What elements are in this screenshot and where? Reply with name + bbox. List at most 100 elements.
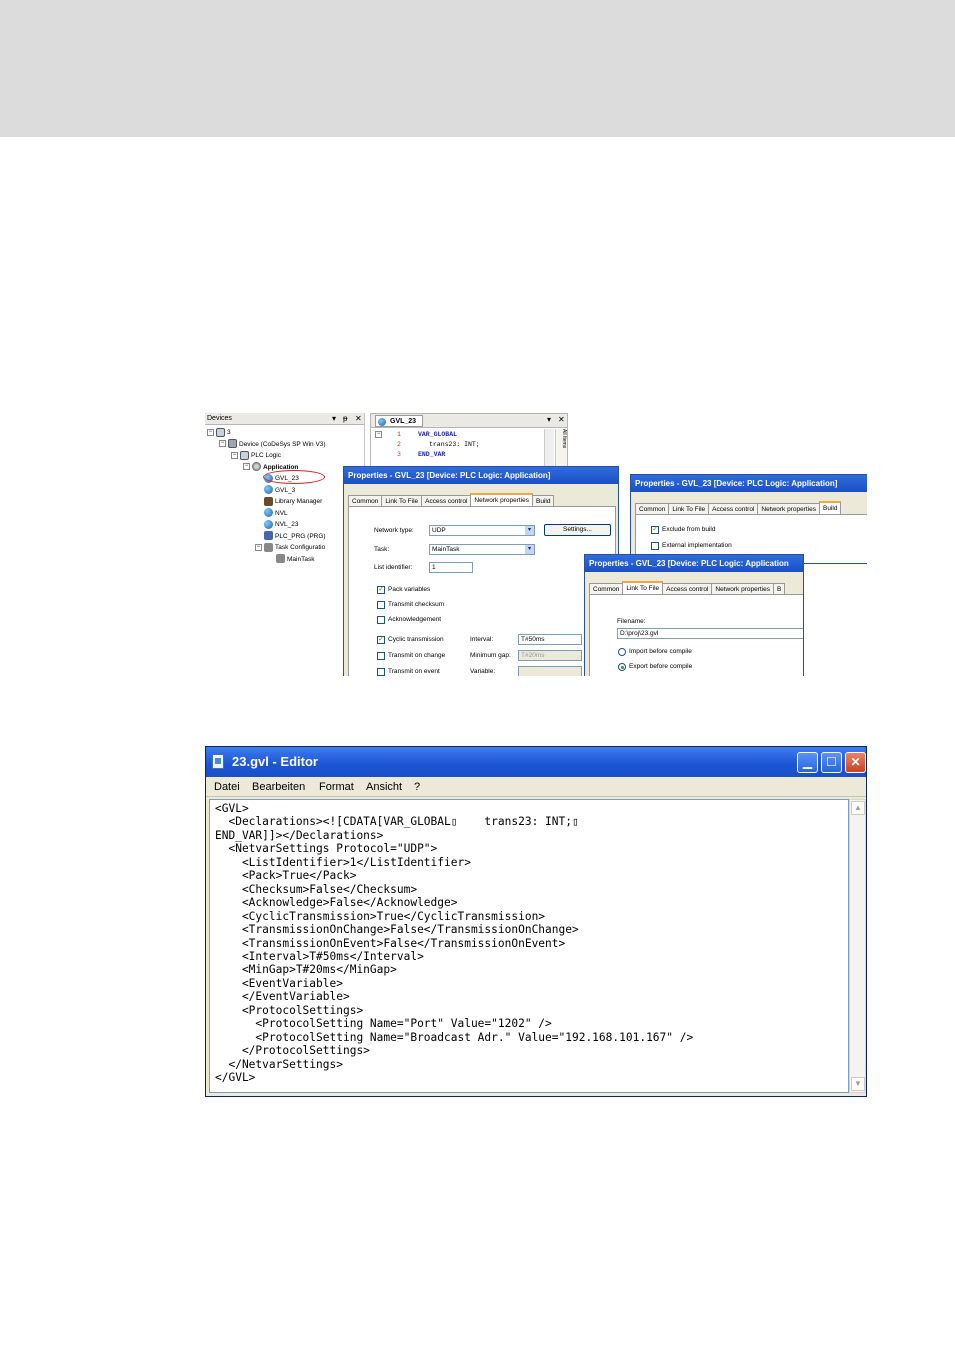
scroll-up-button[interactable]: ▲ [851,801,865,815]
tree-item[interactable]: NVL_23 [255,519,299,530]
tab-gvl-23[interactable]: GVL_23 [375,415,424,427]
devices-panel-header: Devices ▾ ᵽ ✕ [205,413,364,425]
expander-icon[interactable]: − [255,543,262,551]
menu-datei[interactable]: Datei [214,780,240,794]
dialog-title: Properties - GVL_23 [Device: PLC Logic: … [631,475,867,492]
maximize-icon: ☐ [826,755,837,769]
scroll-down-button[interactable]: ▼ [851,1077,865,1091]
library-icon [264,496,273,506]
gvl-icon [264,508,273,518]
tree-item[interactable]: Library Manager [255,496,322,507]
tree-item[interactable]: − Task Configuratio [255,542,325,553]
list-identifier-input[interactable]: 1 [429,562,473,573]
application-icon [252,462,261,472]
line-number: 3 [397,451,401,458]
tree-item[interactable]: PLC_PRG (PRG) [255,531,326,542]
variable-input[interactable] [518,666,582,676]
external-implementation-checkbox[interactable] [651,542,659,550]
tree-item-label: 3 [227,429,231,436]
notepad-window: 23.gvl - Editor ▁ ☐ ✕ Datei Bearbeiten F… [205,746,867,1097]
chevron-up-icon: ▲ [854,803,862,812]
device-icon [228,439,237,449]
link-to-file-dialog: Properties - GVL_23 [Device: PLC Logic: … [584,554,804,676]
cyclic-transmission-label: Cyclic transmission [388,636,444,643]
interval-input[interactable]: T#50ms [518,634,582,645]
settings-button[interactable]: Settings... [544,524,611,536]
cyclic-transmission-checkbox[interactable]: ✓ [377,636,385,644]
transmit-checksum-label: Transmit checksum [388,601,445,608]
dropdown-icon[interactable]: ▾ [547,415,551,424]
network-type-value: UDP [432,527,446,534]
notepad-icon [212,754,224,769]
tab-link-to-file[interactable]: Link To File [622,581,664,594]
vertical-scrollbar[interactable]: ▲ ▼ [849,799,866,1093]
code-line[interactable]: trans23: INT; [429,440,480,449]
export-before-compile-radio[interactable] [618,663,626,671]
tree-item[interactable]: − PLC Logic [231,450,281,461]
variable-label: Variable: [470,668,496,675]
minimize-icon: ▁ [802,755,813,769]
editor-tab-bar: GVL_23 ▾ ✕ [371,414,567,428]
menu-format[interactable]: Format [319,780,354,794]
network-type-select[interactable]: UDP ▾ [429,525,535,536]
expander-icon[interactable]: − [231,451,238,459]
expander-icon[interactable]: − [243,463,250,471]
code-line[interactable]: VAR_GLOBAL [418,430,457,439]
tree-item[interactable]: MainTask [267,554,314,565]
exclude-from-build-checkbox[interactable]: ✓ [651,526,659,534]
tree-item-label: GVL_3 [275,486,296,494]
close-icon: ✕ [850,755,861,769]
tab-label: GVL_23 [390,418,417,425]
tree-item[interactable]: NVL [255,508,288,519]
project-icon [216,427,225,437]
task-value: MainTask [432,546,460,553]
header-band [0,0,955,137]
tab-network-properties[interactable]: Network properties [470,493,533,506]
dialog-tabs: Common Link To File Access control Network … [348,493,555,507]
tree-item[interactable]: −3 [207,427,231,438]
side-tab[interactable]: All Items [555,429,567,467]
tab-build[interactable]: Build [818,501,842,514]
transmit-on-change-label: Transmit on change [388,652,446,659]
transmit-on-event-checkbox[interactable] [377,668,385,676]
export-before-compile-label: Export before compile [629,663,693,670]
transmit-checksum-checkbox[interactable] [377,601,385,609]
devices-panel-title: Devices [207,415,232,422]
minimum-gap-input[interactable]: T#20ms [518,650,582,661]
code-line[interactable]: END_VAR [418,450,445,459]
expander-icon[interactable]: − [219,440,226,448]
menu-help[interactable]: ? [414,780,420,794]
dropdown-icon[interactable]: ▾ [332,413,336,425]
close-icon[interactable]: ✕ [355,413,362,425]
tree-item[interactable]: GVL_3 [255,485,295,496]
tree-item-label: NVL [275,509,288,517]
editor-scrollbar[interactable] [544,429,554,467]
pack-variables-label: Pack variables [388,586,431,593]
filename-input[interactable]: D:\proj\23.gvl [617,628,803,639]
transmit-on-change-checkbox[interactable] [377,652,385,660]
chevron-down-icon: ▼ [854,1079,862,1088]
menu-ansicht[interactable]: Ansicht [366,780,402,794]
pack-variables-checkbox[interactable]: ✓ [377,586,385,594]
title-bar[interactable]: 23.gvl - Editor ▁ ☐ ✕ [206,747,866,777]
task-select[interactable]: MainTask ▾ [429,544,535,555]
expander-icon[interactable]: − [207,428,214,436]
minimize-button[interactable]: ▁ [797,752,818,773]
import-before-compile-radio[interactable] [618,648,626,656]
filename-label: Filename: [617,618,646,625]
acknowledgement-checkbox[interactable] [377,616,385,624]
collapse-icon[interactable]: − [375,431,382,438]
tree-item-label: NVL_23 [275,521,299,528]
close-icon[interactable]: ✕ [558,415,565,424]
pin-icon[interactable]: ᵽ [343,413,347,425]
highlight-ellipse [263,470,325,484]
network-properties-pane: Network type: UDP ▾ Settings... Task: Ma… [348,506,616,676]
text-area[interactable]: <GVL> <Declarations><![CDATA[VAR_GLOBAL▯… [209,799,849,1093]
program-icon [264,531,273,541]
window-title: 23.gvl - Editor [232,754,318,769]
close-button[interactable]: ✕ [845,752,866,773]
maximize-button[interactable]: ☐ [821,752,842,773]
menu-bearbeiten[interactable]: Bearbeiten [252,780,305,794]
chevron-down-icon: ▾ [525,545,534,554]
tree-item[interactable]: − Device (CoDeSys SP Win V3) [219,439,326,450]
